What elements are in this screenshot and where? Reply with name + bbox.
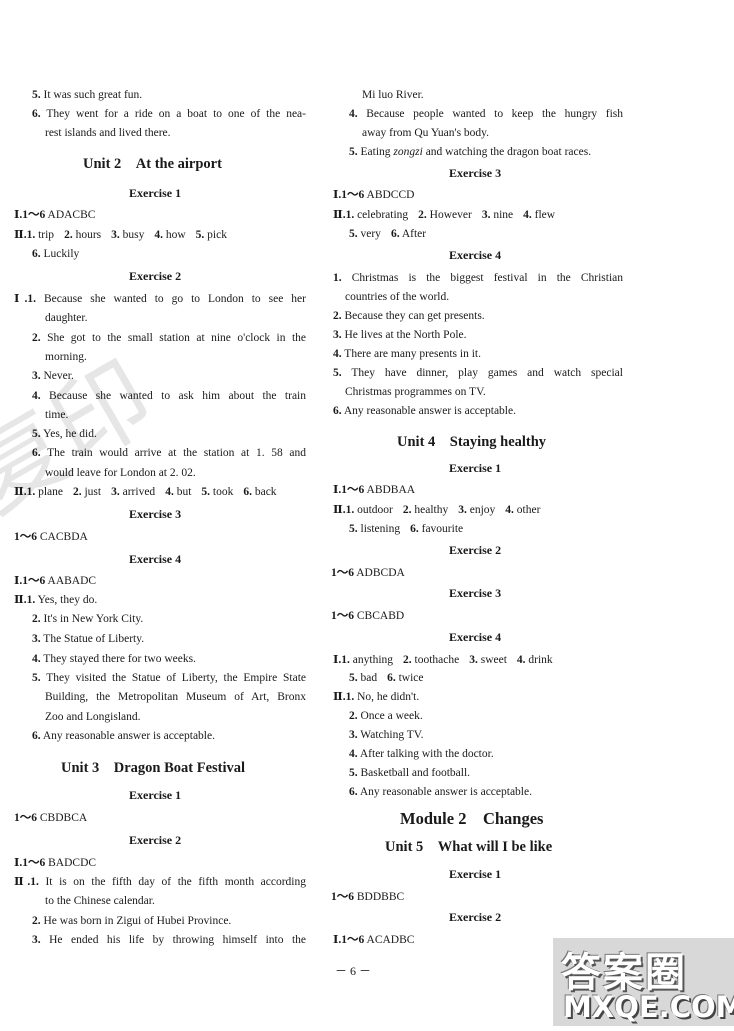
unit-title: Unit 3 Dragon Boat Festival: [61, 760, 246, 776]
answer-line: 5. Basketball and football.: [349, 767, 471, 779]
answer-line: Ⅱ.1. celebrating 2. However 3. nine 4. flew: [333, 209, 556, 221]
answer-line: Ⅱ.1. It is on the fifth day of the fifth…: [14, 876, 306, 888]
answer-line: Ⅰ.1～6 ADACBC: [14, 209, 96, 221]
answer-line: 3. The Statue of Liberty.: [32, 633, 145, 645]
answer-line-cont: away from Qu Yuan's body.: [362, 127, 490, 139]
exercise-title: Exercise 4: [129, 552, 182, 566]
unit-title: Unit 5 What will I be like: [385, 839, 553, 855]
answer-line-cont: rest islands and lived there.: [45, 127, 171, 139]
exercise-title: Exercise 2: [129, 833, 182, 847]
answer-line-cont: Zoo and Longisland.: [45, 711, 141, 723]
answer-line: Ⅱ.1. No, he didn't.: [333, 691, 420, 703]
answer-line: Ⅰ.1～6 AABADC: [14, 575, 97, 587]
answer-line: 4. Because people wanted to keep the hun…: [349, 108, 624, 120]
answer-line: Ⅱ.1. Yes, they do.: [14, 594, 98, 606]
answer-line: Ⅱ.1. plane 2. just 3. arrived 4. but 5. took…: [14, 486, 277, 498]
answer-line: 3. He lives at the North Pole.: [333, 329, 467, 341]
answer-line-cont: Mi luo River.: [362, 89, 424, 101]
answer-line-cont: Building, the Metropolitan Museum of Art…: [45, 691, 306, 703]
answer-line: 2. She got to the small station at nine …: [32, 332, 307, 344]
answer-line: 1～6 CBCABD: [331, 610, 405, 622]
answer-line-cont: Christmas programmes on TV.: [345, 386, 486, 398]
exercise-title: Exercise 3: [129, 507, 182, 521]
answer-line: 1～6 BDDBBC: [331, 891, 405, 903]
exercise-title: Exercise 1: [449, 461, 502, 475]
answer-line: Ⅰ.1. anything 2. toothache 3. sweet 4. drin…: [333, 654, 553, 666]
unit-title: Unit 4 Staying healthy: [397, 434, 547, 450]
answer-line: 3. He ended his life by throwing himself…: [32, 934, 306, 946]
site-logo-stamp: 答案圈 MXQE.COM: [553, 938, 734, 1026]
answer-line: 4. There are many presents in it.: [333, 348, 481, 360]
answer-line-cont: daughter.: [45, 312, 88, 324]
answer-line: Ⅰ.1～6 ABDCCD: [333, 189, 415, 201]
answer-line: 1. Christmas is the biggest festival in …: [333, 272, 624, 284]
answer-line: 5. listening 6. favourite: [349, 523, 464, 535]
answer-line: 6. They went for a ride on a boat to one…: [32, 108, 306, 120]
answer-line: 5. Eating zongzi and watching the dragon…: [349, 146, 592, 158]
exercise-title: Exercise 2: [129, 269, 182, 283]
answer-line: 2. He was born in Zigui of Hubei Provinc…: [32, 915, 232, 927]
answer-line: Ⅱ.1. trip 2. hours 3. busy 4. how 5. pick: [14, 229, 227, 241]
answer-line: 1～6 ADBCDA: [331, 567, 405, 579]
answer-line: Ⅰ.1～6 ABDBAA: [333, 484, 416, 496]
answer-line: 5. It was such great fun.: [32, 89, 143, 101]
answer-line: Ⅱ.1. outdoor 2. healthy 3. enjoy 4. other: [333, 504, 541, 516]
exercise-title: Exercise 1: [449, 867, 502, 881]
answer-line: Ⅰ.1～6 ACADBC: [333, 934, 415, 946]
answer-line-cont: time.: [45, 409, 69, 421]
answer-line-cont: countries of the world.: [345, 291, 450, 303]
answer-line: 1～6 CACBDA: [14, 531, 88, 543]
answer-line: 5. very 6. After: [349, 228, 427, 240]
exercise-title: Exercise 2: [449, 543, 502, 557]
exercise-title: Exercise 1: [129, 186, 182, 200]
answer-line-cont: would leave for London at 2. 02.: [45, 467, 196, 479]
answer-line: 6. Luckily: [32, 248, 80, 260]
answer-line: Ⅰ.1. Because she wanted to go to London …: [14, 293, 306, 305]
module-title: Module 2 Changes: [400, 809, 544, 828]
exercise-title: Exercise 4: [449, 630, 502, 644]
exercise-title: Exercise 2: [449, 910, 502, 924]
exercise-title: Exercise 3: [449, 166, 502, 180]
answer-line: 6. Any reasonable answer is acceptable.: [333, 405, 516, 417]
stamp-english-text: MXQE.COM: [563, 990, 734, 1024]
unit-title: Unit 2 At the airport: [83, 156, 222, 172]
answer-line: 6. Any reasonable answer is acceptable.: [349, 786, 532, 798]
answer-line-cont: morning.: [45, 351, 87, 363]
answer-line: 2. Because they can get presents.: [333, 310, 485, 322]
answer-line: 6. Any reasonable answer is acceptable.: [32, 730, 215, 742]
exercise-title: Exercise 3: [449, 586, 502, 600]
page-number: － 6 －: [335, 964, 372, 978]
answer-line: 4. They stayed there for two weeks.: [32, 653, 196, 665]
exercise-title: Exercise 4: [449, 248, 502, 262]
answer-line: 4. Because she wanted to ask him about t…: [32, 390, 306, 402]
answer-line: 3. Never.: [32, 370, 74, 382]
answer-line: Ⅰ.1～6 BADCDC: [14, 857, 97, 869]
answer-line: 1～6 CBDBCA: [14, 812, 88, 824]
answer-line: 4. After talking with the doctor.: [349, 748, 494, 760]
answer-line: 6. The train would arrive at the station…: [32, 447, 306, 459]
answer-line: 2. Once a week.: [349, 710, 423, 722]
answer-line-cont: to the Chinese calendar.: [45, 895, 155, 907]
exercise-title: Exercise 1: [129, 788, 182, 802]
answer-line: 5. They visited the Statue of Liberty, t…: [32, 672, 306, 684]
answer-line: 2. It's in New York City.: [32, 613, 144, 625]
answer-line: 5. bad 6. twice: [349, 672, 424, 684]
answer-line: 3. Watching TV.: [349, 729, 424, 741]
answer-line: 5. Yes, he did.: [32, 428, 97, 440]
answer-line: 5. They have dinner, play games and watc…: [333, 367, 623, 379]
